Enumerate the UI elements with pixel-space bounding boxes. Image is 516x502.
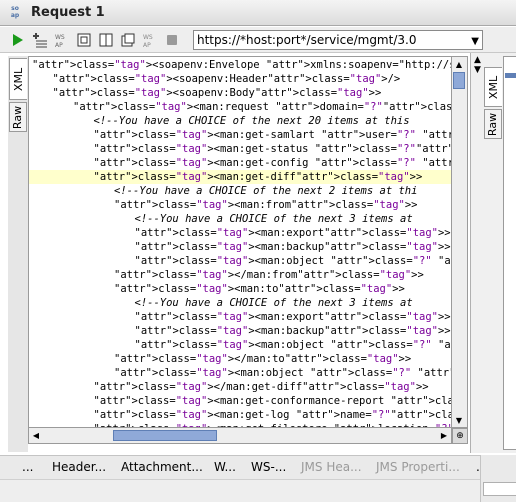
request-toolbar: WS AP WS AP https://*host:port*/service/mg… — [0, 27, 516, 53]
endpoint-url-select[interactable]: https://*host:port*/service/mgmt/3.0 ▼ — [193, 30, 483, 50]
xml-line[interactable]: "attr">class="tag"><man:get-conformance-… — [29, 394, 452, 408]
response-tab-raw[interactable]: Raw — [484, 109, 502, 139]
request-view-tabs: XML Raw — [8, 56, 28, 452]
bottom-tab[interactable]: ... — [22, 460, 33, 474]
ws-a-icon[interactable]: WS AP — [53, 31, 71, 49]
response-tab-xml-label: XML — [487, 75, 500, 99]
tab-raw-label: Raw — [11, 105, 25, 129]
svg-text:WS: WS — [55, 34, 65, 41]
xml-line[interactable]: "attr">class="tag"></man:from"attr">clas… — [29, 268, 451, 282]
window-title: Request 1 — [31, 5, 105, 20]
xml-line[interactable]: <!--You have a CHOICE of the next 2 item… — [29, 184, 451, 198]
xml-line[interactable]: <!--You have a CHOICE of the next 3 item… — [29, 212, 451, 226]
scroll-down-icon[interactable]: ▼ — [452, 413, 466, 427]
editor-horizontal-scrollbar[interactable]: ◀ ▶ — [28, 428, 452, 444]
soap-icon-top-text: so — [11, 5, 19, 12]
collapse-up-icon[interactable]: ▲ — [474, 55, 481, 65]
chevron-down-icon[interactable]: ▼ — [471, 33, 479, 51]
xml-line[interactable]: "attr">class="tag"><man:from"attr">class… — [29, 198, 451, 212]
bottom-tab[interactable]: Header... — [52, 460, 106, 474]
xml-line[interactable]: "attr">class="tag"><man:object "attr">cl… — [29, 366, 451, 380]
split-horizontal-icon[interactable] — [119, 31, 137, 49]
request-status-bar — [0, 479, 480, 502]
bottom-tab[interactable]: WS-... — [251, 460, 286, 474]
xml-response-editor[interactable] — [503, 56, 516, 450]
request-bottom-tabs: ... Header... Attachment... W... WS-... JMS H… — [0, 455, 487, 479]
xml-line[interactable]: "attr">class="tag"></man:get-diff"attr">… — [29, 380, 451, 394]
xml-line[interactable]: "attr">class="tag"><soapenv:Envelope "at… — [29, 58, 451, 72]
xml-line[interactable]: "attr">class="tag"><man:export"attr">cla… — [29, 226, 452, 240]
xml-line[interactable]: "attr">class="tag"><man:backup"attr">cla… — [29, 324, 452, 338]
xml-line[interactable]: "attr">class="tag"><man:get-config "attr… — [29, 156, 452, 170]
xml-line[interactable]: "attr">class="tag"><man:request "attr">d… — [29, 100, 451, 114]
xml-line[interactable]: "attr">class="tag"><soapenv:Body"attr">c… — [29, 86, 451, 100]
zoom-icon[interactable]: ⊕ — [452, 428, 468, 444]
run-icon[interactable] — [9, 31, 27, 49]
tab-raw[interactable]: Raw — [9, 102, 27, 132]
bottom-tab[interactable]: JMS Hea... — [301, 460, 362, 474]
response-scroll-thumb[interactable] — [505, 73, 516, 78]
xml-line[interactable]: "attr">class="tag"><man:object "attr">cl… — [29, 254, 452, 268]
xml-line[interactable]: "attr">class="tag"><man:get-samlart "att… — [29, 128, 452, 142]
xml-line[interactable]: "attr">class="tag"><man:backup"attr">cla… — [29, 240, 452, 254]
xml-line[interactable]: <!--You have a CHOICE of the next 20 ite… — [29, 114, 451, 128]
svg-text:AP: AP — [55, 42, 63, 48]
soap-icon-bottom-text: ap — [10, 12, 20, 19]
stop-icon[interactable] — [163, 31, 181, 49]
scroll-up-icon[interactable]: ▲ — [452, 57, 466, 71]
xml-line[interactable]: "attr">class="tag"><man:get-log "attr">n… — [29, 408, 452, 422]
endpoint-url-value: https://*host:port*/service/mgmt/3.0 — [197, 33, 417, 47]
tab-xml-label: XML — [12, 67, 25, 91]
xml-line[interactable]: "attr">class="tag"><man:to"attr">class="… — [29, 282, 451, 296]
xml-line[interactable]: "attr">class="tag"><man:export"attr">cla… — [29, 310, 452, 324]
xml-line[interactable]: "attr">class="tag"><man:get-diff"attr">c… — [29, 170, 451, 184]
response-bottom-area — [480, 455, 516, 502]
bottom-tab[interactable]: JMS Properti... — [376, 460, 460, 474]
xml-line[interactable]: "attr">class="tag"></man:to"attr">class=… — [29, 352, 451, 366]
soap-request-icon: so ap — [7, 5, 23, 20]
scroll-left-icon[interactable]: ◀ — [29, 428, 43, 442]
xml-line[interactable]: "attr">class="tag"><man:object "attr">cl… — [29, 338, 452, 352]
svg-text:WS: WS — [143, 34, 153, 41]
request-title-bar: so ap Request 1 — [0, 0, 516, 26]
xml-line[interactable]: <!--You have a CHOICE of the next 3 item… — [29, 296, 451, 310]
xml-line[interactable]: "attr">class="tag"><soapenv:Header"attr"… — [29, 72, 451, 86]
collapse-down-icon[interactable]: ▼ — [474, 65, 481, 75]
horizontal-scroll-thumb[interactable] — [113, 430, 217, 441]
fullscreen-icon[interactable] — [75, 31, 93, 49]
xml-request-editor[interactable]: "attr">class="tag"><soapenv:Envelope "at… — [28, 56, 452, 428]
xml-line[interactable]: "attr">class="tag"><man:get-status "attr… — [29, 142, 452, 156]
ws-a-secondary-icon[interactable]: WS AP — [141, 31, 159, 49]
svg-text:AP: AP — [143, 42, 151, 48]
bottom-tab[interactable]: Attachment... — [121, 460, 203, 474]
response-tab-xml[interactable]: XML — [484, 67, 502, 107]
vertical-scroll-thumb[interactable] — [453, 72, 465, 89]
scroll-right-icon[interactable]: ▶ — [437, 428, 451, 442]
response-tab-raw-label: Raw — [486, 112, 500, 136]
split-vertical-icon[interactable] — [97, 31, 115, 49]
add-endpoint-icon[interactable] — [31, 31, 49, 49]
response-status-field — [483, 482, 516, 496]
bottom-tab[interactable]: W... — [214, 460, 236, 474]
editor-vertical-scrollbar[interactable]: ▲ ▼ — [452, 56, 468, 428]
tab-xml[interactable]: XML — [9, 58, 27, 100]
